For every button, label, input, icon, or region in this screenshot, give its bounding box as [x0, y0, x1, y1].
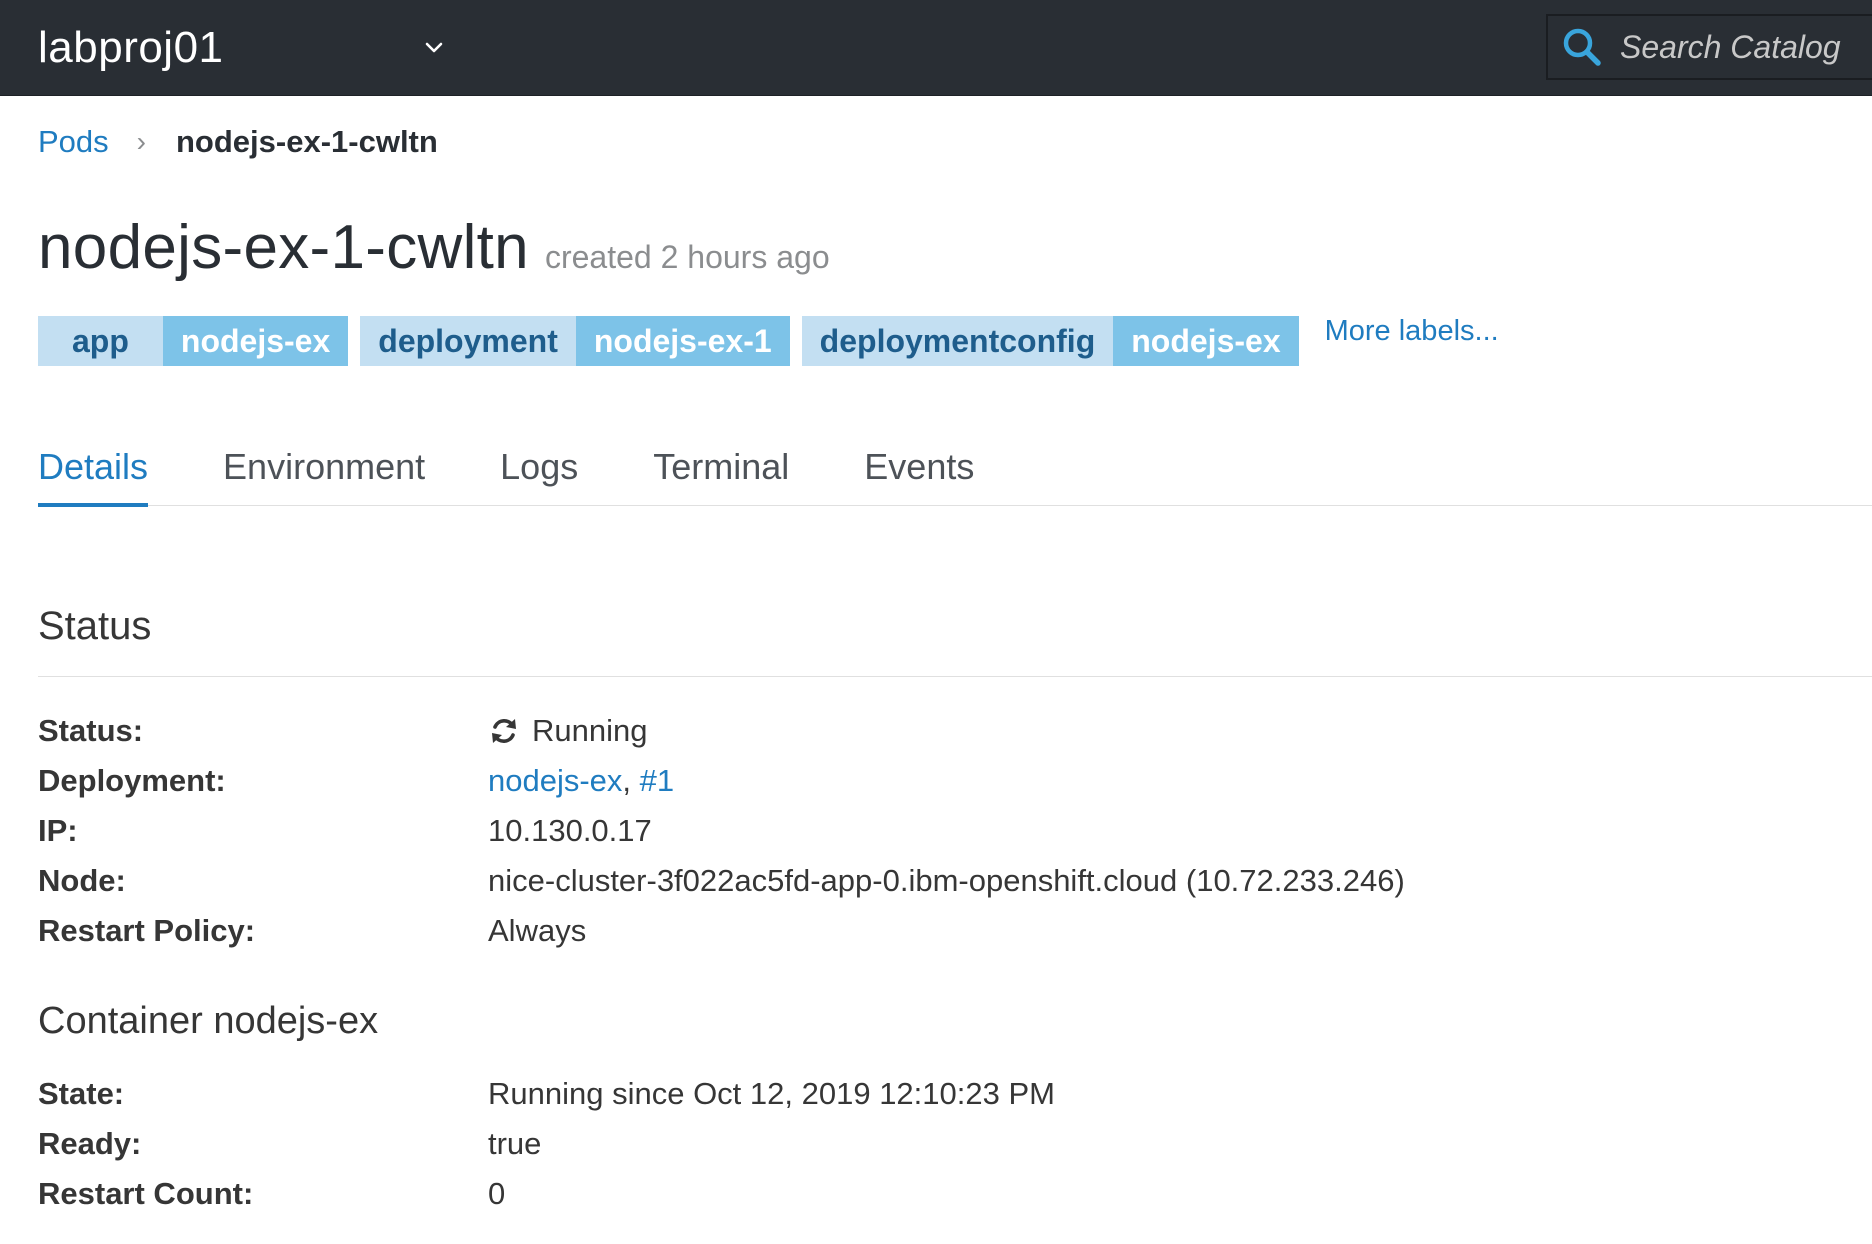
status-section-heading: Status	[38, 604, 152, 648]
container-section-heading: Container nodejs-ex	[38, 1000, 379, 1042]
status-text: Running	[532, 713, 648, 748]
restart-count-row: Restart Count: 0	[38, 1171, 1538, 1217]
node-row: Node: nice-cluster-3f022ac5fd-app-0.ibm-…	[38, 858, 1538, 904]
chevron-down-icon	[425, 42, 443, 53]
node-term: Node:	[38, 863, 126, 898]
status-row: Status: Running	[38, 708, 1538, 754]
label-key[interactable]: app	[38, 316, 163, 366]
label-value[interactable]: nodejs-ex	[1113, 316, 1299, 366]
restart-policy-value: Always	[488, 913, 587, 948]
label-deployment[interactable]: deployment nodejs-ex-1	[360, 316, 790, 366]
deployment-value: nodejs-ex , #1	[488, 763, 674, 799]
state-term: State:	[38, 1076, 125, 1111]
deployment-config-link[interactable]: nodejs-ex	[488, 763, 622, 799]
tab-terminal[interactable]: Terminal	[653, 428, 789, 506]
ip-row: IP: 10.130.0.17	[38, 808, 1538, 854]
section-divider	[38, 676, 1872, 677]
ip-value: 10.130.0.17	[488, 813, 652, 848]
restart-count-value: 0	[488, 1176, 506, 1211]
deployment-term: Deployment:	[38, 763, 226, 798]
project-switcher[interactable]: labproj01	[38, 18, 458, 78]
label-value[interactable]: nodejs-ex-1	[575, 316, 790, 366]
more-labels-link[interactable]: More labels...	[1325, 315, 1499, 348]
status-term: Status:	[38, 713, 144, 748]
label-value[interactable]: nodejs-ex	[162, 316, 349, 366]
refresh-icon	[492, 719, 516, 743]
breadcrumb-separator-icon: ›	[136, 126, 146, 157]
breadcrumb: Pods › nodejs-ex-1-cwltn	[38, 118, 438, 166]
masthead: labproj01	[0, 0, 1872, 96]
restart-policy-row: Restart Policy: Always	[38, 908, 1538, 954]
tab-details[interactable]: Details	[38, 428, 149, 507]
node-value: nice-cluster-3f022ac5fd-app-0.ibm-opensh…	[488, 863, 1405, 898]
ready-value: true	[488, 1126, 542, 1161]
ready-row: Ready: true	[38, 1121, 1538, 1167]
state-value: Running since Oct 12, 2019 12:10:23 PM	[488, 1076, 1055, 1111]
search-input[interactable]	[1618, 27, 1872, 67]
tab-environment[interactable]: Environment	[223, 428, 425, 506]
deployment-separator: ,	[622, 763, 640, 798]
breadcrumb-link-pods[interactable]: Pods	[38, 124, 109, 160]
restart-policy-term: Restart Policy:	[38, 913, 256, 948]
page-header: nodejs-ex-1-cwltn created 2 hours ago	[38, 212, 830, 283]
label-key[interactable]: deploymentconfig	[801, 316, 1114, 366]
tab-logs[interactable]: Logs	[500, 428, 578, 506]
created-timestamp: created 2 hours ago	[544, 239, 830, 275]
label-deploymentconfig[interactable]: deploymentconfig nodejs-ex	[801, 316, 1299, 366]
labels-list: app nodejs-ex deployment nodejs-ex-1 dep…	[38, 315, 1499, 366]
search-icon[interactable]	[1560, 25, 1604, 69]
page-title: nodejs-ex-1-cwltn	[38, 213, 529, 282]
restart-count-term: Restart Count:	[38, 1176, 254, 1211]
deployment-row: Deployment: nodejs-ex , #1	[38, 758, 1538, 804]
label-key[interactable]: deployment	[360, 316, 576, 366]
project-name: labproj01	[38, 23, 224, 72]
tab-events[interactable]: Events	[864, 428, 974, 506]
state-row: State: Running since Oct 12, 2019 12:10:…	[38, 1071, 1538, 1117]
label-app[interactable]: app nodejs-ex	[38, 316, 349, 366]
ready-term: Ready:	[38, 1126, 142, 1161]
ip-term: IP:	[38, 813, 78, 848]
breadcrumb-current: nodejs-ex-1-cwltn	[176, 124, 438, 159]
catalog-search[interactable]	[1546, 14, 1872, 80]
deployment-number-link[interactable]: #1	[640, 763, 674, 799]
tab-bar: Details Environment Logs Terminal Events	[38, 428, 1872, 507]
status-value: Running	[488, 713, 647, 749]
